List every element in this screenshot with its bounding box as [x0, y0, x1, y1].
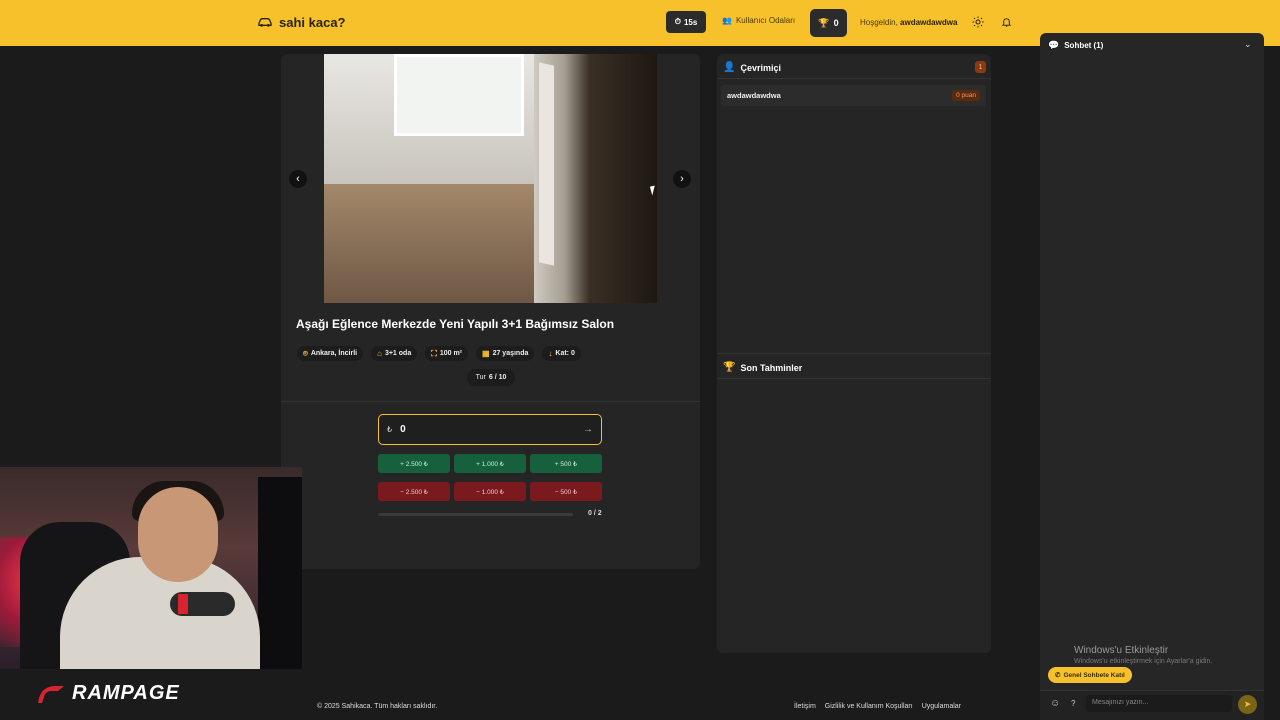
online-user-name: awdawdawdwa [727, 91, 781, 100]
price-guess-input[interactable]: ₺ 0 → [378, 414, 602, 445]
webcam-overlay [0, 467, 302, 669]
send-icon: ➤ [1243, 699, 1252, 709]
chip-location: ⌾ Ankara, İncirli [297, 346, 364, 361]
points-badge: 0 puan [952, 90, 980, 101]
round-badge: Tur 6 / 10 [467, 369, 515, 386]
plus-500-button[interactable]: + 500 ₺ [530, 454, 602, 473]
users-icon: 👥 [722, 16, 732, 25]
stopwatch-icon: ⏱ [674, 17, 681, 26]
online-title: Çevrimiçi [740, 62, 781, 73]
divider [717, 353, 991, 354]
recent-guesses-header: 🏆 Son Tahminler [723, 362, 802, 373]
rampage-logo: RAMPAGE [36, 682, 180, 705]
timer-badge: ⏱ 15s [666, 11, 706, 33]
join-chat-label: Genel Sohbete Katıl [1063, 671, 1125, 679]
sun-icon[interactable] [972, 16, 984, 28]
trophy-icon: 🏆 [723, 362, 736, 373]
online-user-row[interactable]: awdawdawdwa 0 puan [721, 85, 986, 106]
chat-title: Sohbet (1) [1064, 41, 1104, 50]
user-icon: 👤 [723, 62, 736, 73]
divider [717, 378, 991, 379]
chip-rooms: ⌂ 3+1 oda [371, 346, 418, 361]
plus-2500-button[interactable]: + 2.500 ₺ [378, 454, 450, 473]
online-header: 👤 Çevrimiçi [723, 62, 781, 73]
minus-1000-button[interactable]: − 1.000 ₺ [454, 482, 526, 501]
windows-activation-title: Windows'u Etkinleştir [1074, 645, 1169, 656]
prev-photo-button[interactable]: ‹ [289, 170, 307, 188]
welcome-username: awdawdawdwa [900, 18, 958, 27]
brand-name: sahi kaca? [279, 14, 346, 30]
chevron-down-icon[interactable]: ⌄ [1244, 39, 1252, 50]
timer-value: 15s [683, 17, 698, 27]
rampage-text: RAMPAGE [72, 682, 180, 704]
listing-chips: ⌾ Ankara, İncirli ⌂ 3+1 oda ⛶ 100 m² ▦ 27 ya… [297, 346, 581, 361]
guess-progress-bar [378, 513, 573, 516]
minus-500-button[interactable]: − 500 ₺ [530, 482, 602, 501]
chat-bubble-icon: 💬 [1048, 40, 1060, 50]
arrow-down-icon: ↓ [548, 349, 553, 358]
help-button[interactable]: ? [1071, 699, 1075, 708]
user-rooms-link[interactable]: 👥 Kullanıcı Odaları [722, 16, 795, 25]
join-chat-button[interactable]: ✆ Genel Sohbete Katıl [1048, 667, 1132, 683]
score-badge[interactable]: 🏆 0 [810, 9, 847, 37]
rampage-mark-icon [38, 685, 64, 703]
bell-icon[interactable] [1001, 16, 1012, 28]
map-pin-icon: ⌾ [303, 348, 308, 358]
chip-area: ⛶ 100 m² [425, 346, 469, 361]
divider [717, 78, 991, 79]
emoji-icon[interactable]: ☺ [1050, 698, 1060, 709]
chat-message-input[interactable]: Mesajınızı yazın... [1086, 695, 1232, 712]
footer-link-privacy[interactable]: Gizlilik ve Kullanım Koşulları [825, 703, 913, 710]
chevron-left-icon: ‹ [296, 173, 300, 185]
listing-photo [324, 54, 657, 303]
chip-age: ▦ 27 yaşında [476, 346, 535, 361]
footer-link-apps[interactable]: Uygulamalar [922, 703, 961, 710]
welcome-text: Hoşgeldin, awdawdawdwa [860, 18, 957, 27]
submit-arrow-icon[interactable]: → [583, 424, 593, 435]
car-icon [258, 18, 272, 27]
online-count-badge: 1 [975, 61, 986, 73]
windows-activation-subtitle: Windows'u etkinleştirmek için Ayarlar'a … [1074, 658, 1213, 665]
currency-symbol: ₺ [387, 425, 393, 434]
recent-guesses-title: Son Tahminler [740, 362, 803, 373]
welcome-prefix: Hoşgeldin, [860, 18, 898, 27]
phone-icon: ✆ [1055, 672, 1061, 679]
expand-icon: ⛶ [431, 348, 437, 358]
round-value: 6 / 10 [488, 374, 507, 381]
user-rooms-label: Kullanıcı Odaları [735, 16, 796, 25]
chat-header[interactable]: 💬 Sohbet (1) [1048, 40, 1103, 51]
minus-2500-button[interactable]: − 2.500 ₺ [378, 482, 450, 501]
listing-title: Aşağı Eğlence Merkezde Yeni Yapılı 3+1 B… [296, 317, 615, 331]
chevron-right-icon: › [680, 173, 684, 185]
next-photo-button[interactable]: › [673, 170, 691, 188]
divider [281, 401, 700, 402]
score-value: 0 [833, 18, 839, 28]
guess-value: 0 [400, 424, 406, 435]
plus-1000-button[interactable]: + 1.000 ₺ [454, 454, 526, 473]
brand-logo[interactable]: sahi kaca? [257, 14, 346, 30]
send-button[interactable]: ➤ [1238, 695, 1257, 714]
chip-floor: ↓ Kat: 0 [542, 346, 581, 361]
building-icon: ▦ [482, 349, 490, 358]
trophy-icon: 🏆 [818, 17, 830, 28]
footer-links: İletişim Gizlilik ve Kullanım Koşulları … [794, 703, 961, 710]
footer-link-contact[interactable]: İletişim [794, 703, 816, 710]
home-icon: ⌂ [377, 349, 382, 358]
chat-panel [1040, 33, 1264, 720]
guess-progress-text: 0 / 2 [588, 510, 602, 517]
round-label: Tur [475, 374, 486, 381]
copyright-text: © 2025 Sahikaca. Tüm hakları saklıdır. [317, 703, 438, 710]
